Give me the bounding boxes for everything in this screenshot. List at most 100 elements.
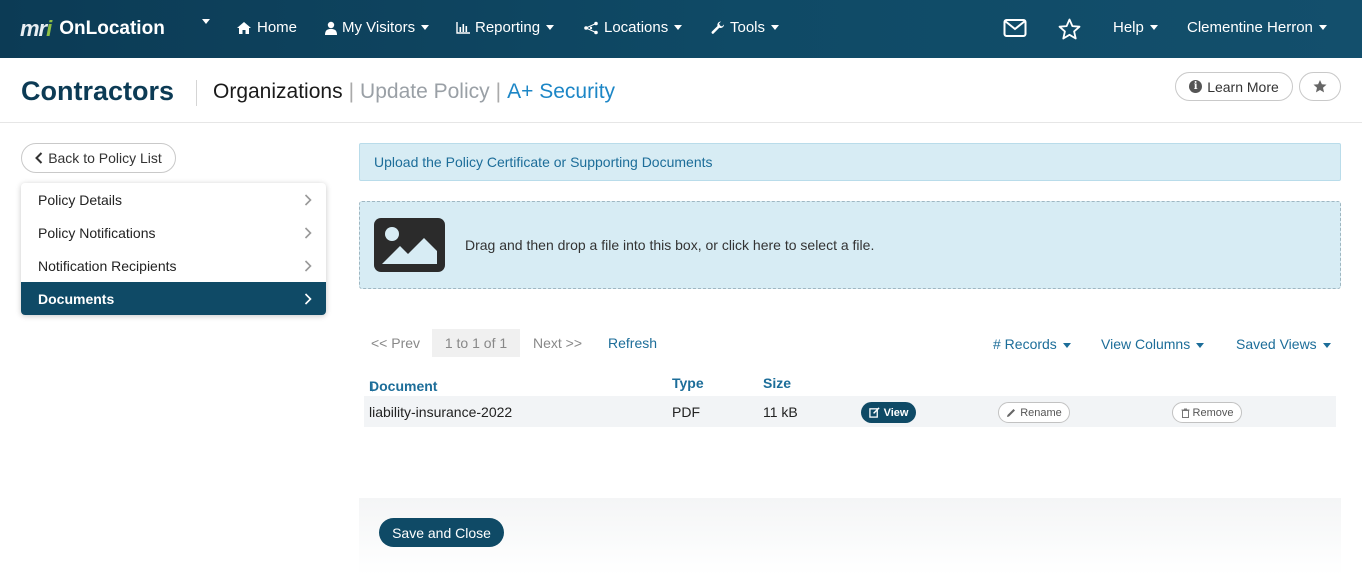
chevron-down-icon — [1196, 342, 1205, 348]
nav-home-label: Home — [257, 19, 298, 36]
wrench-icon — [711, 20, 724, 34]
nav-my-visitors-label: My Visitors — [342, 19, 416, 36]
sidebar-item-policy-notifications[interactable]: Policy Notifications — [21, 216, 326, 249]
mri-logo: mri — [20, 16, 52, 41]
chevron-down-icon — [1318, 25, 1327, 30]
column-header-type[interactable]: Type — [672, 375, 704, 391]
file-dropzone[interactable]: Drag and then drop a file into this box,… — [359, 201, 1341, 289]
records-label: # Records — [993, 336, 1057, 352]
rename-document-button[interactable]: Rename — [998, 402, 1070, 423]
learn-more-button[interactable]: i Learn More — [1175, 72, 1293, 101]
breadcrumb-separator: | — [348, 80, 355, 103]
chevron-left-icon — [35, 152, 43, 164]
breadcrumb-separator: | — [495, 80, 502, 103]
title-divider — [196, 80, 197, 106]
nav-home[interactable]: Home — [236, 19, 297, 36]
document-size-cell: 11 kB — [763, 404, 798, 420]
pencil-icon — [1007, 408, 1016, 417]
chevron-down-icon — [421, 25, 430, 30]
chevron-down-icon — [1322, 342, 1331, 348]
network-icon — [584, 21, 598, 34]
learn-more-label: Learn More — [1207, 78, 1279, 95]
chevron-down-icon — [202, 19, 210, 24]
edit-icon — [868, 407, 880, 418]
sidebar-item-notification-recipients[interactable]: Notification Recipients — [21, 249, 326, 282]
view-columns-label: View Columns — [1101, 336, 1191, 352]
page-range: 1 to 1 of 1 — [432, 329, 520, 357]
remove-button-label: Remove — [1192, 406, 1234, 419]
back-to-policy-list-button[interactable]: Back to Policy List — [21, 143, 176, 173]
chevron-down-icon — [546, 25, 555, 30]
image-icon — [374, 218, 445, 272]
document-name-cell: liability-insurance-2022 — [369, 404, 513, 420]
chevron-right-icon — [304, 193, 312, 206]
mail-icon[interactable] — [1003, 18, 1027, 38]
documents-table: Document Name ↓ Type Size liability-insu… — [364, 372, 1336, 427]
prev-page-button[interactable]: << Prev — [371, 335, 420, 351]
brand-logo[interactable]: mri OnLocation — [20, 16, 165, 42]
chevron-down-icon — [674, 25, 683, 30]
next-page-button[interactable]: Next >> — [533, 335, 582, 351]
view-document-button[interactable]: View — [861, 402, 916, 423]
alert-text: Upload the Policy Certificate or Support… — [374, 154, 713, 170]
sort-down-icon: ↓ — [369, 378, 376, 394]
remove-document-button[interactable]: Remove — [1172, 402, 1242, 423]
back-button-label: Back to Policy List — [48, 150, 162, 166]
star-icon[interactable] — [1057, 18, 1082, 41]
save-and-close-button[interactable]: Save and Close — [379, 518, 504, 547]
upload-instructions-alert: Upload the Policy Certificate or Support… — [359, 143, 1341, 181]
page-header: Contractors Organizations | Update Policy |… — [0, 58, 1362, 123]
top-navbar: mri OnLocation Home My Visitors Reportin… — [0, 0, 1362, 58]
chevron-right-icon — [304, 259, 312, 272]
nav-user-menu[interactable]: Clementine Herron — [1187, 19, 1327, 36]
document-type-cell: PDF — [672, 404, 700, 420]
nav-my-visitors[interactable]: My Visitors — [325, 19, 430, 36]
view-columns-dropdown[interactable]: View Columns — [1101, 336, 1205, 352]
breadcrumb: Organizations | Update Policy | A+ Security — [213, 80, 615, 104]
favorite-button[interactable] — [1299, 72, 1341, 101]
column-header-size[interactable]: Size — [763, 375, 791, 391]
breadcrumb-update-policy: Update Policy — [360, 80, 490, 103]
records-dropdown[interactable]: # Records — [993, 336, 1071, 352]
view-button-label: View — [883, 406, 909, 419]
saved-views-label: Saved Views — [1236, 336, 1317, 352]
trash-icon — [1181, 408, 1190, 418]
nav-reporting[interactable]: Reporting — [456, 19, 555, 36]
sidebar-item-label: Documents — [38, 290, 115, 307]
nav-reporting-label: Reporting — [475, 19, 541, 36]
chevron-down-icon — [1062, 342, 1071, 348]
sidebar-item-policy-details[interactable]: Policy Details — [21, 183, 326, 216]
saved-views-dropdown[interactable]: Saved Views — [1236, 336, 1331, 352]
chevron-right-icon — [304, 226, 312, 239]
sidebar-item-documents[interactable]: Documents — [21, 282, 326, 315]
form-footer: Save and Close — [359, 498, 1341, 575]
home-icon — [237, 21, 251, 34]
star-icon — [1313, 79, 1327, 93]
chevron-down-icon — [1149, 25, 1158, 30]
app-switcher-dropdown[interactable] — [196, 19, 210, 24]
rename-button-label: Rename — [1020, 406, 1062, 419]
chevron-right-icon — [304, 292, 312, 305]
sidebar-item-label: Policy Notifications — [38, 224, 156, 241]
breadcrumb-organizations[interactable]: Organizations — [213, 80, 343, 103]
table-row: liability-insurance-2022 PDF 11 kB View … — [364, 396, 1336, 427]
chart-icon — [456, 21, 470, 34]
nav-help[interactable]: Help — [1113, 19, 1158, 36]
brand-app-name: OnLocation — [59, 18, 165, 39]
user-icon — [325, 21, 337, 35]
pagination-toolbar: << Prev 1 to 1 of 1 Next >> Refresh # Re… — [359, 329, 1341, 357]
refresh-link[interactable]: Refresh — [608, 335, 657, 351]
chevron-down-icon — [771, 25, 780, 30]
sidebar-item-label: Notification Recipients — [38, 257, 177, 274]
info-icon: i — [1189, 80, 1203, 93]
table-header: Document Name ↓ Type Size — [364, 372, 1336, 410]
policy-side-menu: Policy Details Policy Notifications Noti… — [21, 183, 326, 315]
nav-help-label: Help — [1113, 19, 1144, 36]
page-title: Contractors — [21, 76, 175, 106]
user-name: Clementine Herron — [1187, 19, 1313, 36]
sidebar-item-label: Policy Details — [38, 191, 123, 208]
nav-tools-label: Tools — [730, 19, 766, 36]
nav-tools[interactable]: Tools — [711, 19, 780, 36]
breadcrumb-organization-name[interactable]: A+ Security — [507, 80, 615, 103]
nav-locations[interactable]: Locations — [583, 19, 683, 36]
